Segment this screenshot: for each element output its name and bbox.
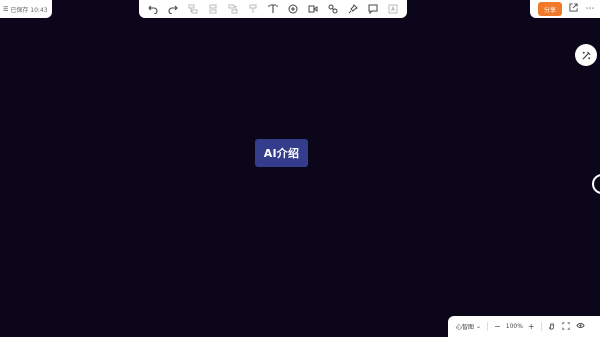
divider	[540, 322, 542, 331]
save-status: ☰ 已保存 10:43	[0, 0, 52, 18]
zoom-level: 100%	[505, 323, 523, 330]
bottom-bar: 心智图 ⌄ − 100% +	[448, 316, 600, 337]
top-right-actions: 分享 ⋯	[530, 0, 600, 18]
eye-icon[interactable]	[575, 321, 585, 332]
child-node-icon[interactable]	[206, 2, 220, 16]
summary-icon[interactable]	[306, 2, 320, 16]
add-icon[interactable]	[286, 2, 300, 16]
fullscreen-icon[interactable]	[562, 321, 570, 332]
layout-select[interactable]: 心智图 ⌄	[456, 322, 481, 331]
comment-icon[interactable]	[366, 2, 380, 16]
save-status-text: 已保存 10:43	[10, 6, 48, 14]
text-box-icon[interactable]	[386, 2, 400, 16]
undo-icon[interactable]	[146, 2, 160, 16]
divider	[487, 322, 489, 331]
pin-icon[interactable]	[346, 2, 360, 16]
zoom-in-icon[interactable]: +	[528, 322, 535, 331]
external-link-icon[interactable]	[567, 3, 579, 15]
parent-node-icon[interactable]	[226, 2, 240, 16]
magic-wand-button[interactable]	[575, 44, 597, 66]
edge-node-shape	[592, 174, 600, 194]
more-icon[interactable]: ⋯	[584, 4, 596, 14]
editor-toolbar	[139, 0, 407, 18]
share-button[interactable]: 分享	[538, 2, 562, 16]
text-icon[interactable]	[266, 2, 280, 16]
zoom-out-icon[interactable]: −	[494, 322, 501, 331]
magic-wand-icon	[581, 50, 591, 60]
root-node[interactable]: AI介绍	[255, 139, 308, 167]
redo-icon[interactable]	[166, 2, 180, 16]
zoom-controls: − 100% +	[494, 322, 535, 331]
format-painter-icon[interactable]	[246, 2, 260, 16]
relation-icon[interactable]	[326, 2, 340, 16]
document-icon: ☰	[3, 5, 9, 13]
layout-label: 心智图	[456, 324, 475, 331]
chevron-down-icon: ⌄	[476, 323, 482, 330]
hand-tool-icon[interactable]	[548, 322, 556, 332]
sibling-node-icon[interactable]	[186, 2, 200, 16]
